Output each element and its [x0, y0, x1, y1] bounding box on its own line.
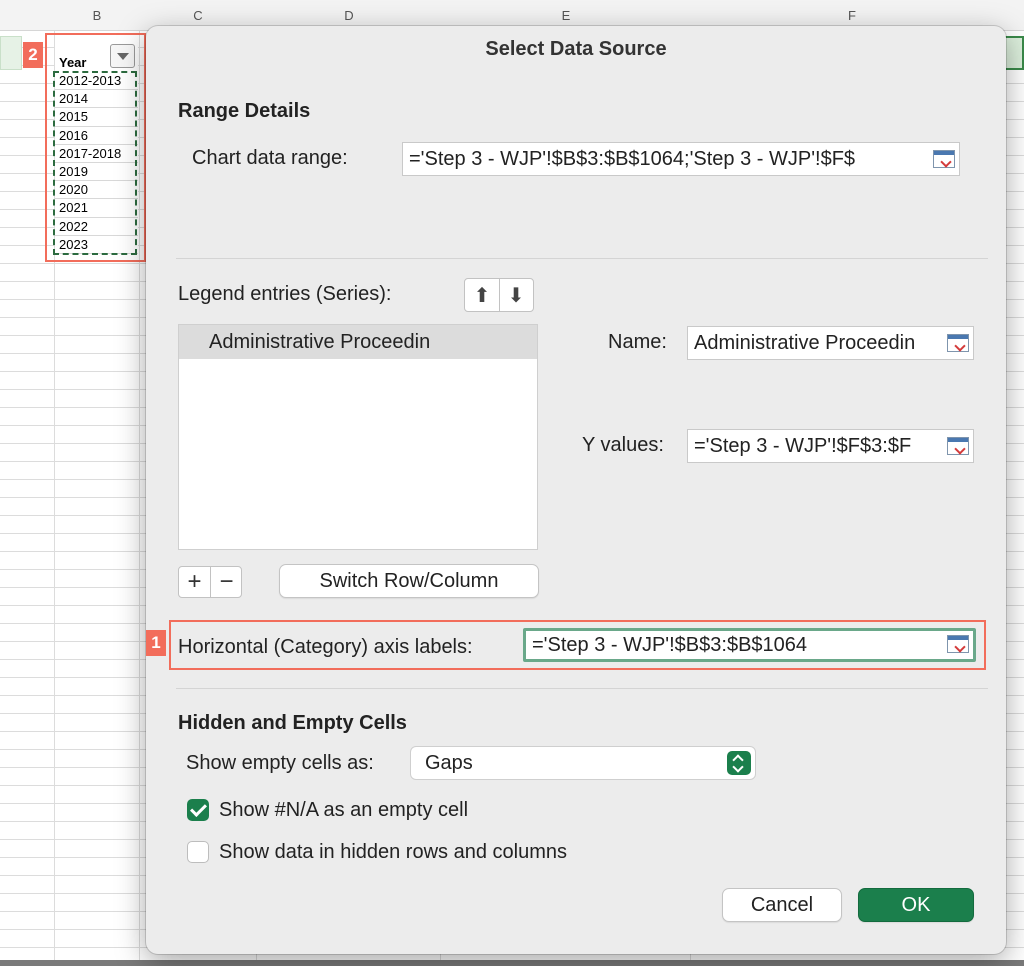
show-na-checkbox[interactable] [187, 799, 209, 821]
column-letter-d[interactable]: D [344, 8, 353, 23]
range-details-heading: Range Details [178, 100, 311, 122]
range-picker-icon[interactable] [947, 635, 969, 653]
column-letter-c[interactable]: C [193, 8, 202, 23]
series-name-field[interactable]: Administrative Proceedin [687, 326, 974, 360]
legend-entries-label: Legend entries (Series): [178, 283, 392, 305]
selected-cell-right[interactable] [1004, 36, 1024, 70]
move-series-down-button[interactable]: ⬇ [499, 279, 533, 311]
ok-button[interactable]: OK [858, 888, 974, 922]
show-empty-cells-value: Gaps [425, 752, 473, 774]
series-name-value: Administrative Proceedin [694, 332, 916, 354]
cancel-button[interactable]: Cancel [722, 888, 842, 922]
bottom-edge [0, 960, 1024, 966]
switch-row-column-button[interactable]: Switch Row/Column [279, 564, 539, 598]
add-series-button[interactable]: + [179, 567, 211, 597]
legend-series-list: Administrative Proceedin [178, 324, 538, 550]
range-picker-icon[interactable] [947, 334, 969, 352]
select-data-source-dialog: Select Data Source Range Details Chart d… [146, 26, 1006, 954]
divider [176, 258, 988, 259]
range-picker-icon[interactable] [947, 437, 969, 455]
column-letter-e[interactable]: E [562, 8, 571, 23]
callout-2-number: 2 [23, 42, 43, 68]
arrow-up-icon: ⬆ [473, 284, 491, 307]
range-picker-icon[interactable] [933, 150, 955, 168]
show-empty-cells-select[interactable]: Gaps [410, 746, 756, 780]
column-letter-f[interactable]: F [848, 8, 856, 23]
y-values-field[interactable]: ='Step 3 - WJP'!$F$3:$F [687, 429, 974, 463]
callout-2-box [45, 33, 146, 262]
show-empty-cells-label: Show empty cells as: [186, 752, 374, 774]
divider [176, 688, 988, 689]
chart-data-range-label: Chart data range: [192, 147, 348, 169]
y-values-label: Y values: [582, 434, 664, 456]
arrow-down-icon: ⬇ [507, 284, 525, 307]
axis-labels-field[interactable]: ='Step 3 - WJP'!$B$3:$B$1064 [523, 628, 976, 662]
callout-1-number: 1 [146, 630, 166, 656]
add-remove-series-buttons: + − [178, 566, 242, 598]
column-letter-b[interactable]: B [93, 8, 102, 23]
chevron-up-down-icon [727, 751, 751, 775]
axis-labels-label: Horizontal (Category) axis labels: [178, 636, 473, 658]
show-na-label: Show #N/A as an empty cell [219, 799, 469, 821]
hidden-empty-heading: Hidden and Empty Cells [178, 712, 407, 734]
show-hidden-data-checkbox[interactable] [187, 841, 209, 863]
y-values-value: ='Step 3 - WJP'!$F$3:$F [694, 435, 912, 457]
dialog-title: Select Data Source [485, 38, 667, 60]
series-name-label: Name: [608, 331, 667, 353]
chart-data-range-value: ='Step 3 - WJP'!$B$3:$B$1064;'Step 3 - W… [409, 148, 856, 170]
move-series-up-button[interactable]: ⬆ [465, 279, 500, 311]
axis-labels-value: ='Step 3 - WJP'!$B$3:$B$1064 [532, 634, 808, 656]
series-order-buttons: ⬆ ⬇ [464, 278, 534, 312]
list-item[interactable]: Administrative Proceedin [179, 325, 537, 359]
remove-series-button[interactable]: − [211, 567, 242, 597]
chart-data-range-field[interactable]: ='Step 3 - WJP'!$B$3:$B$1064;'Step 3 - W… [402, 142, 960, 176]
selected-cell-left[interactable] [0, 36, 22, 70]
show-hidden-data-label: Show data in hidden rows and columns [219, 841, 567, 863]
